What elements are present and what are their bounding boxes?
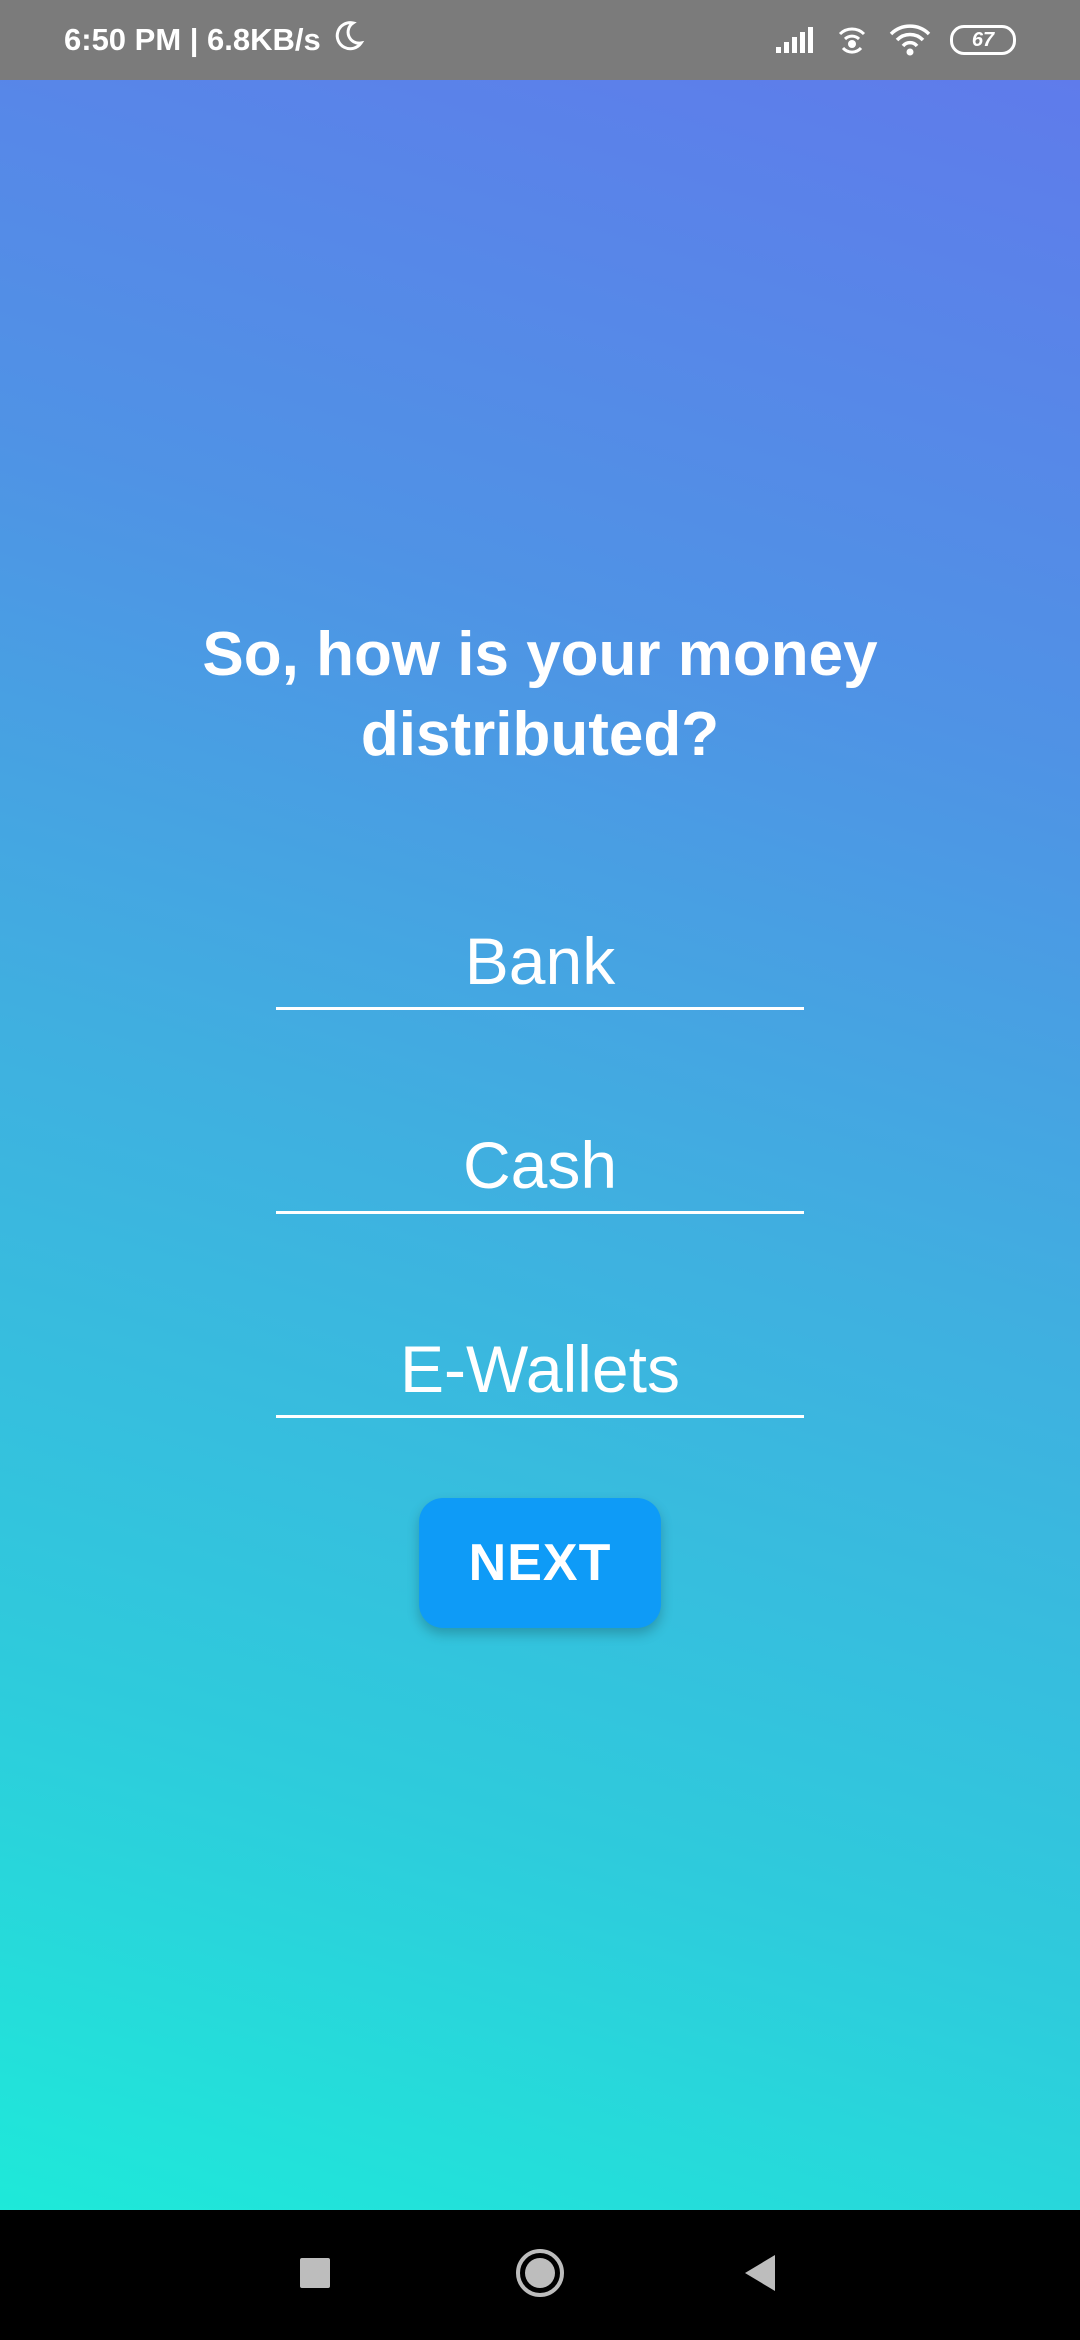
home-button[interactable] (495, 2210, 585, 2340)
status-time-speed: 6:50 PM | 6.8KB/s (64, 22, 321, 57)
back-icon (741, 2253, 779, 2298)
ewallets-field-container (276, 1328, 804, 1418)
recents-icon (298, 2256, 332, 2295)
back-button[interactable] (715, 2210, 805, 2340)
cash-input[interactable] (276, 1127, 804, 1211)
moon-icon (331, 19, 365, 61)
status-right: 67 (774, 22, 1016, 58)
question-heading: So, how is your money distributed? (202, 620, 878, 769)
app-screen: So, how is your money distributed? NEXT (0, 80, 1080, 2210)
home-icon (514, 2247, 566, 2304)
navigation-bar (0, 2210, 1080, 2340)
battery-icon: 67 (950, 25, 1016, 55)
status-bar: 6:50 PM | 6.8KB/s 67 (0, 0, 1080, 80)
bank-input[interactable] (276, 923, 804, 1007)
signal-icon (774, 25, 816, 55)
battery-level: 67 (971, 28, 995, 51)
hotspot-icon (834, 22, 870, 58)
cash-field-container (276, 1124, 804, 1214)
ewallets-input[interactable] (276, 1331, 804, 1415)
next-button[interactable]: NEXT (419, 1498, 661, 1628)
status-left: 6:50 PM | 6.8KB/s (64, 19, 365, 61)
recents-button[interactable] (270, 2210, 360, 2340)
wifi-icon (888, 23, 932, 57)
bank-field-container (276, 920, 804, 1010)
